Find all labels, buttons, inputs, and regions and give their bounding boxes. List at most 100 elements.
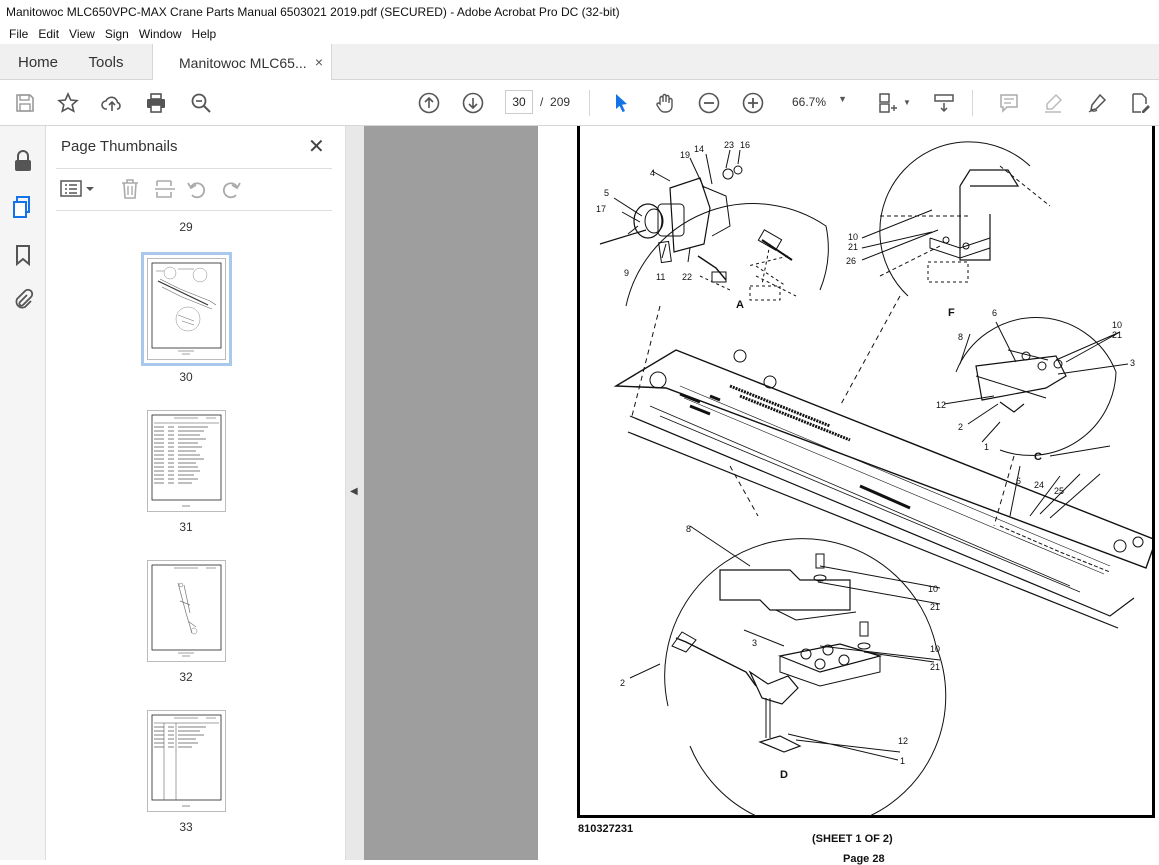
thumbnail-page-30[interactable]	[141, 252, 232, 366]
hand-tool-icon[interactable]	[653, 91, 677, 115]
print-icon[interactable]	[144, 91, 168, 115]
page-separator: /	[540, 95, 544, 109]
chevron-down-icon[interactable]: ▼	[903, 98, 911, 107]
callout-21: 21	[930, 662, 940, 672]
thumbnail-page-32[interactable]	[147, 560, 226, 662]
save-icon[interactable]	[13, 91, 37, 115]
main-toolbar	[0, 80, 1159, 126]
close-panel-icon[interactable]: ✕	[308, 134, 325, 159]
callout-1: 1	[900, 756, 905, 766]
close-tab-icon[interactable]: ×	[315, 54, 323, 70]
zoom-in-icon[interactable]	[741, 91, 765, 115]
callout-9: 9	[624, 268, 629, 278]
upload-cloud-icon[interactable]	[100, 91, 124, 115]
callout-10: 10	[930, 644, 940, 654]
comment-icon[interactable]	[997, 91, 1021, 115]
attachment-icon[interactable]	[10, 286, 36, 312]
thumbnail-label: 29	[179, 220, 193, 234]
menu-window[interactable]: Window	[134, 27, 187, 41]
chevron-left-icon[interactable]: ◀	[350, 486, 358, 497]
callout-5: 5	[604, 188, 609, 198]
left-icon-rail	[0, 126, 46, 860]
chevron-down-icon: ▼	[838, 94, 847, 104]
callout-16: 16	[740, 140, 750, 150]
thumbnail-drawing	[151, 714, 222, 807]
rotate-right-icon[interactable]	[220, 178, 242, 203]
sign-pen-icon[interactable]	[1085, 91, 1109, 115]
callout-6: 6	[1016, 476, 1021, 486]
zoom-out-icon[interactable]	[697, 91, 721, 115]
view-label-a: A	[736, 299, 744, 311]
menu-edit[interactable]: Edit	[33, 27, 64, 41]
menu-file[interactable]: File	[4, 27, 33, 41]
zoom-value: 66.7%	[792, 95, 827, 109]
previous-page-icon[interactable]	[417, 91, 441, 115]
callout-10: 10	[848, 232, 858, 242]
next-page-icon[interactable]	[461, 91, 485, 115]
page-display-icon[interactable]	[876, 91, 900, 115]
panel-collapse-handle[interactable]: ◀	[346, 126, 364, 860]
view-label-d: D	[780, 769, 788, 781]
thumbnail-label: 30	[179, 370, 193, 384]
callout-19: 19	[680, 150, 690, 160]
lock-icon[interactable]	[10, 148, 36, 174]
toolbar-divider	[589, 90, 590, 116]
callout-10: 10	[1112, 320, 1122, 330]
delete-page-icon[interactable]	[120, 178, 140, 203]
callout-2: 2	[958, 422, 963, 432]
page-number-input[interactable]: 30	[505, 90, 533, 114]
menu-sign[interactable]: Sign	[100, 27, 134, 41]
tab-document-label: Manitowoc MLC65...	[179, 54, 307, 71]
tab-home[interactable]: Home	[0, 44, 76, 80]
menu-bar: File Edit View Sign Window Help	[0, 24, 1159, 44]
select-cursor-icon[interactable]	[609, 91, 633, 115]
view-label-f: F	[948, 307, 955, 319]
view-label-c: C	[1034, 451, 1042, 463]
callout-3: 3	[1130, 358, 1135, 368]
window-title: Manitowoc MLC650VPC-MAX Crane Parts Manu…	[6, 5, 620, 19]
divider	[56, 168, 332, 169]
panel-toolbar	[56, 174, 332, 206]
callout-12: 12	[898, 736, 908, 746]
callout-10: 10	[928, 584, 938, 594]
scroll-mode-icon[interactable]	[932, 91, 956, 115]
tab-document[interactable]: Manitowoc MLC65... ×	[152, 44, 332, 81]
callout-1: 1	[984, 442, 989, 452]
extract-page-icon[interactable]	[154, 178, 176, 203]
tab-tools[interactable]: Tools	[76, 44, 136, 80]
menu-help[interactable]: Help	[187, 27, 222, 41]
callout-14: 14	[694, 144, 704, 154]
zoom-search-icon[interactable]	[189, 91, 213, 115]
callout-6: 6	[992, 308, 997, 318]
parts-drawing: 5 17 9 11 22 4 19 14 23 16 10 21 26 8 6 …	[596, 140, 1152, 816]
thumbnail-label: 33	[179, 820, 193, 834]
thumbnail-page-33[interactable]	[147, 710, 226, 812]
menu-view[interactable]: View	[64, 27, 100, 41]
bookmark-icon[interactable]	[10, 242, 36, 268]
page-thumbnails-panel: Page Thumbnails ✕ 29 30 31 32 33	[46, 126, 385, 860]
edit-pdf-icon[interactable]	[1128, 91, 1152, 115]
callout-8: 8	[958, 332, 963, 342]
sheet-label: (SHEET 1 OF 2)	[812, 833, 893, 845]
rotate-left-icon[interactable]	[186, 178, 208, 203]
thumbnail-page-31[interactable]	[147, 410, 226, 512]
callout-8: 8	[686, 524, 691, 534]
star-icon[interactable]	[56, 91, 80, 115]
zoom-dropdown[interactable]: 66.7% ▼	[785, 90, 855, 114]
callout-4: 4	[650, 168, 655, 178]
callout-24: 24	[1034, 480, 1044, 490]
callout-25: 25	[1054, 486, 1064, 496]
page-footer-label: Page 28	[843, 853, 885, 865]
callout-22: 22	[682, 272, 692, 282]
page-thumbnails-icon[interactable]	[10, 194, 36, 220]
thumbnail-drawing	[151, 262, 222, 355]
callout-23: 23	[724, 140, 734, 150]
callout-26: 26	[846, 256, 856, 266]
highlight-pen-icon[interactable]	[1041, 91, 1065, 115]
title-bar: Manitowoc MLC650VPC-MAX Crane Parts Manu…	[0, 0, 1159, 24]
tab-bar: Home Tools Manitowoc MLC65... ×	[0, 44, 1159, 81]
thumbnail-drawing	[151, 414, 222, 507]
callout-12: 12	[936, 400, 946, 410]
callout-21: 21	[848, 242, 858, 252]
thumbnail-options-icon[interactable]	[60, 180, 96, 201]
